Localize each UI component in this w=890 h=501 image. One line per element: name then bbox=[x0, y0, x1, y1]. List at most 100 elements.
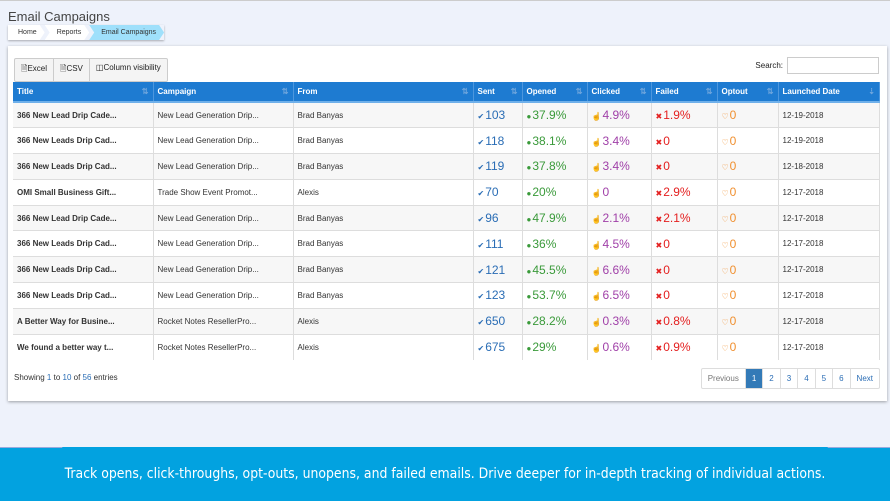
opened-value: 28.2% bbox=[532, 314, 567, 329]
optout-icon: ♡ bbox=[721, 137, 729, 147]
column-header-sent[interactable]: Sent ⇅ bbox=[473, 82, 523, 103]
cell-title[interactable]: 366 New Leads Drip Cad... bbox=[13, 256, 154, 283]
opened-value: 53.7% bbox=[532, 288, 567, 303]
cell-clicked: ☝6.5% bbox=[587, 282, 652, 309]
cell-title[interactable]: 366 New Leads Drip Cad... bbox=[13, 282, 154, 309]
eye-icon: ● bbox=[526, 344, 532, 354]
page-3-button[interactable]: 3 bbox=[781, 369, 799, 388]
column-header-clicked[interactable]: Clicked ⇅ bbox=[587, 82, 652, 103]
cell-title[interactable]: OMI Small Business Gift... bbox=[13, 178, 154, 206]
x-icon: ✖ bbox=[655, 215, 663, 225]
cell-opened: ●20% bbox=[522, 178, 588, 206]
column-header-campaign[interactable]: Campaign ⇅ bbox=[153, 82, 294, 103]
optout-icon: ♡ bbox=[721, 344, 729, 354]
table-row[interactable]: We found a better way t... Rocket Notes R… bbox=[13, 333, 880, 360]
clicked-value: 3.4% bbox=[602, 133, 630, 148]
page-2-button[interactable]: 2 bbox=[763, 369, 781, 388]
table-row[interactable]: 366 New Lead Drip Cade... New Lead Genera… bbox=[13, 204, 880, 231]
optout-value: 0 bbox=[729, 133, 737, 148]
sort-icon: ⇅ bbox=[766, 87, 774, 96]
breadcrumb-reports[interactable]: Reports bbox=[45, 25, 90, 40]
check-icon: ✔ bbox=[477, 266, 485, 276]
failed-value: 0 bbox=[663, 288, 670, 303]
cell-title[interactable]: 366 New Lead Drip Cade... bbox=[13, 101, 154, 128]
page-6-button[interactable]: 6 bbox=[833, 369, 851, 388]
cell-clicked: ☝4.5% bbox=[587, 230, 652, 257]
cell-from: Alexis bbox=[293, 178, 474, 206]
next-button[interactable]: Next bbox=[851, 369, 879, 388]
cell-title[interactable]: We found a better way t... bbox=[13, 333, 154, 360]
sent-value: 111 bbox=[485, 236, 504, 251]
search-input[interactable] bbox=[787, 57, 879, 74]
sent-value: 121 bbox=[485, 262, 506, 277]
cell-title[interactable]: A Better Way for Busine... bbox=[13, 307, 154, 335]
column-header-from[interactable]: From ⇅ bbox=[293, 82, 474, 103]
column-header-launched-date[interactable]: Launched Date ⇣ bbox=[778, 82, 880, 103]
pointer-icon: ☝ bbox=[591, 292, 602, 302]
page-1-button[interactable]: 1 bbox=[745, 369, 764, 388]
cell-sent: ✔121 bbox=[473, 256, 523, 283]
pagination: Previous 1 2 3 4 5 6 Next bbox=[700, 368, 880, 389]
column-visibility-button[interactable]: ◫Column visibility bbox=[90, 59, 167, 81]
table-row[interactable]: A Better Way for Busine... Rocket Notes R… bbox=[13, 307, 880, 335]
opened-value: 45.5% bbox=[532, 262, 567, 277]
cell-title[interactable]: 366 New Lead Drip Cade... bbox=[13, 204, 154, 231]
cell-sent: ✔675 bbox=[473, 333, 523, 360]
column-header-failed[interactable]: Failed ⇅ bbox=[651, 82, 718, 103]
sent-value: 96 bbox=[485, 211, 499, 226]
x-icon: ✖ bbox=[655, 189, 663, 199]
campaigns-card: 🗎Excel 🗎CSV ◫Column visibility Search: T… bbox=[8, 46, 887, 401]
cell-failed: ✖0 bbox=[651, 282, 718, 309]
table-row[interactable]: 366 New Lead Drip Cade... New Lead Genera… bbox=[13, 101, 880, 128]
cell-opened: ●53.7% bbox=[522, 282, 588, 309]
sort-icon: ⇅ bbox=[510, 87, 518, 96]
breadcrumb-home[interactable]: Home bbox=[8, 25, 45, 40]
table-row[interactable]: 366 New Leads Drip Cad... New Lead Genera… bbox=[13, 127, 880, 154]
cell-from: Alexis bbox=[293, 333, 474, 360]
cell-title[interactable]: 366 New Leads Drip Cad... bbox=[13, 127, 154, 154]
eye-icon: ● bbox=[526, 163, 532, 173]
x-icon: ✖ bbox=[655, 292, 663, 302]
failed-value: 1.9% bbox=[663, 108, 691, 123]
check-icon: ✔ bbox=[477, 292, 485, 302]
csv-button[interactable]: 🗎CSV bbox=[54, 59, 90, 81]
cell-launched-date: 12-17-2018 bbox=[778, 333, 880, 360]
optout-icon: ♡ bbox=[721, 318, 729, 328]
cell-sent: ✔96 bbox=[473, 204, 523, 231]
sent-value: 119 bbox=[485, 159, 505, 174]
optout-value: 0 bbox=[729, 288, 737, 303]
cell-title[interactable]: 366 New Leads Drip Cad... bbox=[13, 153, 154, 180]
optout-icon: ♡ bbox=[721, 163, 729, 173]
column-header-optout[interactable]: Optout ⇅ bbox=[717, 82, 779, 103]
cell-opened: ●37.9% bbox=[522, 101, 588, 128]
column-header-title[interactable]: Title ⇅ bbox=[13, 82, 154, 103]
table-row[interactable]: 366 New Leads Drip Cad... New Lead Genera… bbox=[13, 282, 880, 309]
cell-failed: ✖2.9% bbox=[651, 178, 718, 206]
optout-value: 0 bbox=[729, 108, 737, 123]
table-row[interactable]: 366 New Leads Drip Cad... New Lead Genera… bbox=[13, 230, 880, 257]
excel-button[interactable]: 🗎Excel bbox=[15, 59, 54, 81]
check-icon: ✔ bbox=[477, 163, 485, 173]
page-5-button[interactable]: 5 bbox=[816, 369, 834, 388]
failed-value: 2.9% bbox=[663, 185, 691, 200]
page-4-button[interactable]: 4 bbox=[798, 369, 816, 388]
previous-button[interactable]: Previous bbox=[702, 369, 746, 388]
table-row[interactable]: OMI Small Business Gift... Trade Show Eve… bbox=[13, 178, 880, 206]
optout-icon: ♡ bbox=[721, 266, 729, 276]
column-header-opened[interactable]: Opened ⇅ bbox=[522, 82, 588, 103]
column-label: Title bbox=[17, 87, 34, 96]
cell-optout: ♡0 bbox=[717, 307, 779, 335]
failed-value: 0 bbox=[663, 133, 670, 148]
opened-value: 29% bbox=[532, 340, 557, 355]
failed-value: 0 bbox=[663, 159, 670, 174]
table-row[interactable]: 366 New Leads Drip Cad... New Lead Genera… bbox=[13, 153, 880, 180]
table-row[interactable]: 366 New Leads Drip Cad... New Lead Genera… bbox=[13, 256, 880, 283]
cell-title[interactable]: 366 New Leads Drip Cad... bbox=[13, 230, 154, 257]
sent-value: 123 bbox=[485, 288, 506, 303]
cell-optout: ♡0 bbox=[717, 333, 779, 360]
eye-icon: ● bbox=[526, 189, 532, 199]
optout-value: 0 bbox=[729, 185, 737, 200]
clicked-value: 0.3% bbox=[602, 314, 630, 329]
eye-icon: ● bbox=[526, 318, 532, 328]
eye-icon: ● bbox=[526, 215, 532, 225]
